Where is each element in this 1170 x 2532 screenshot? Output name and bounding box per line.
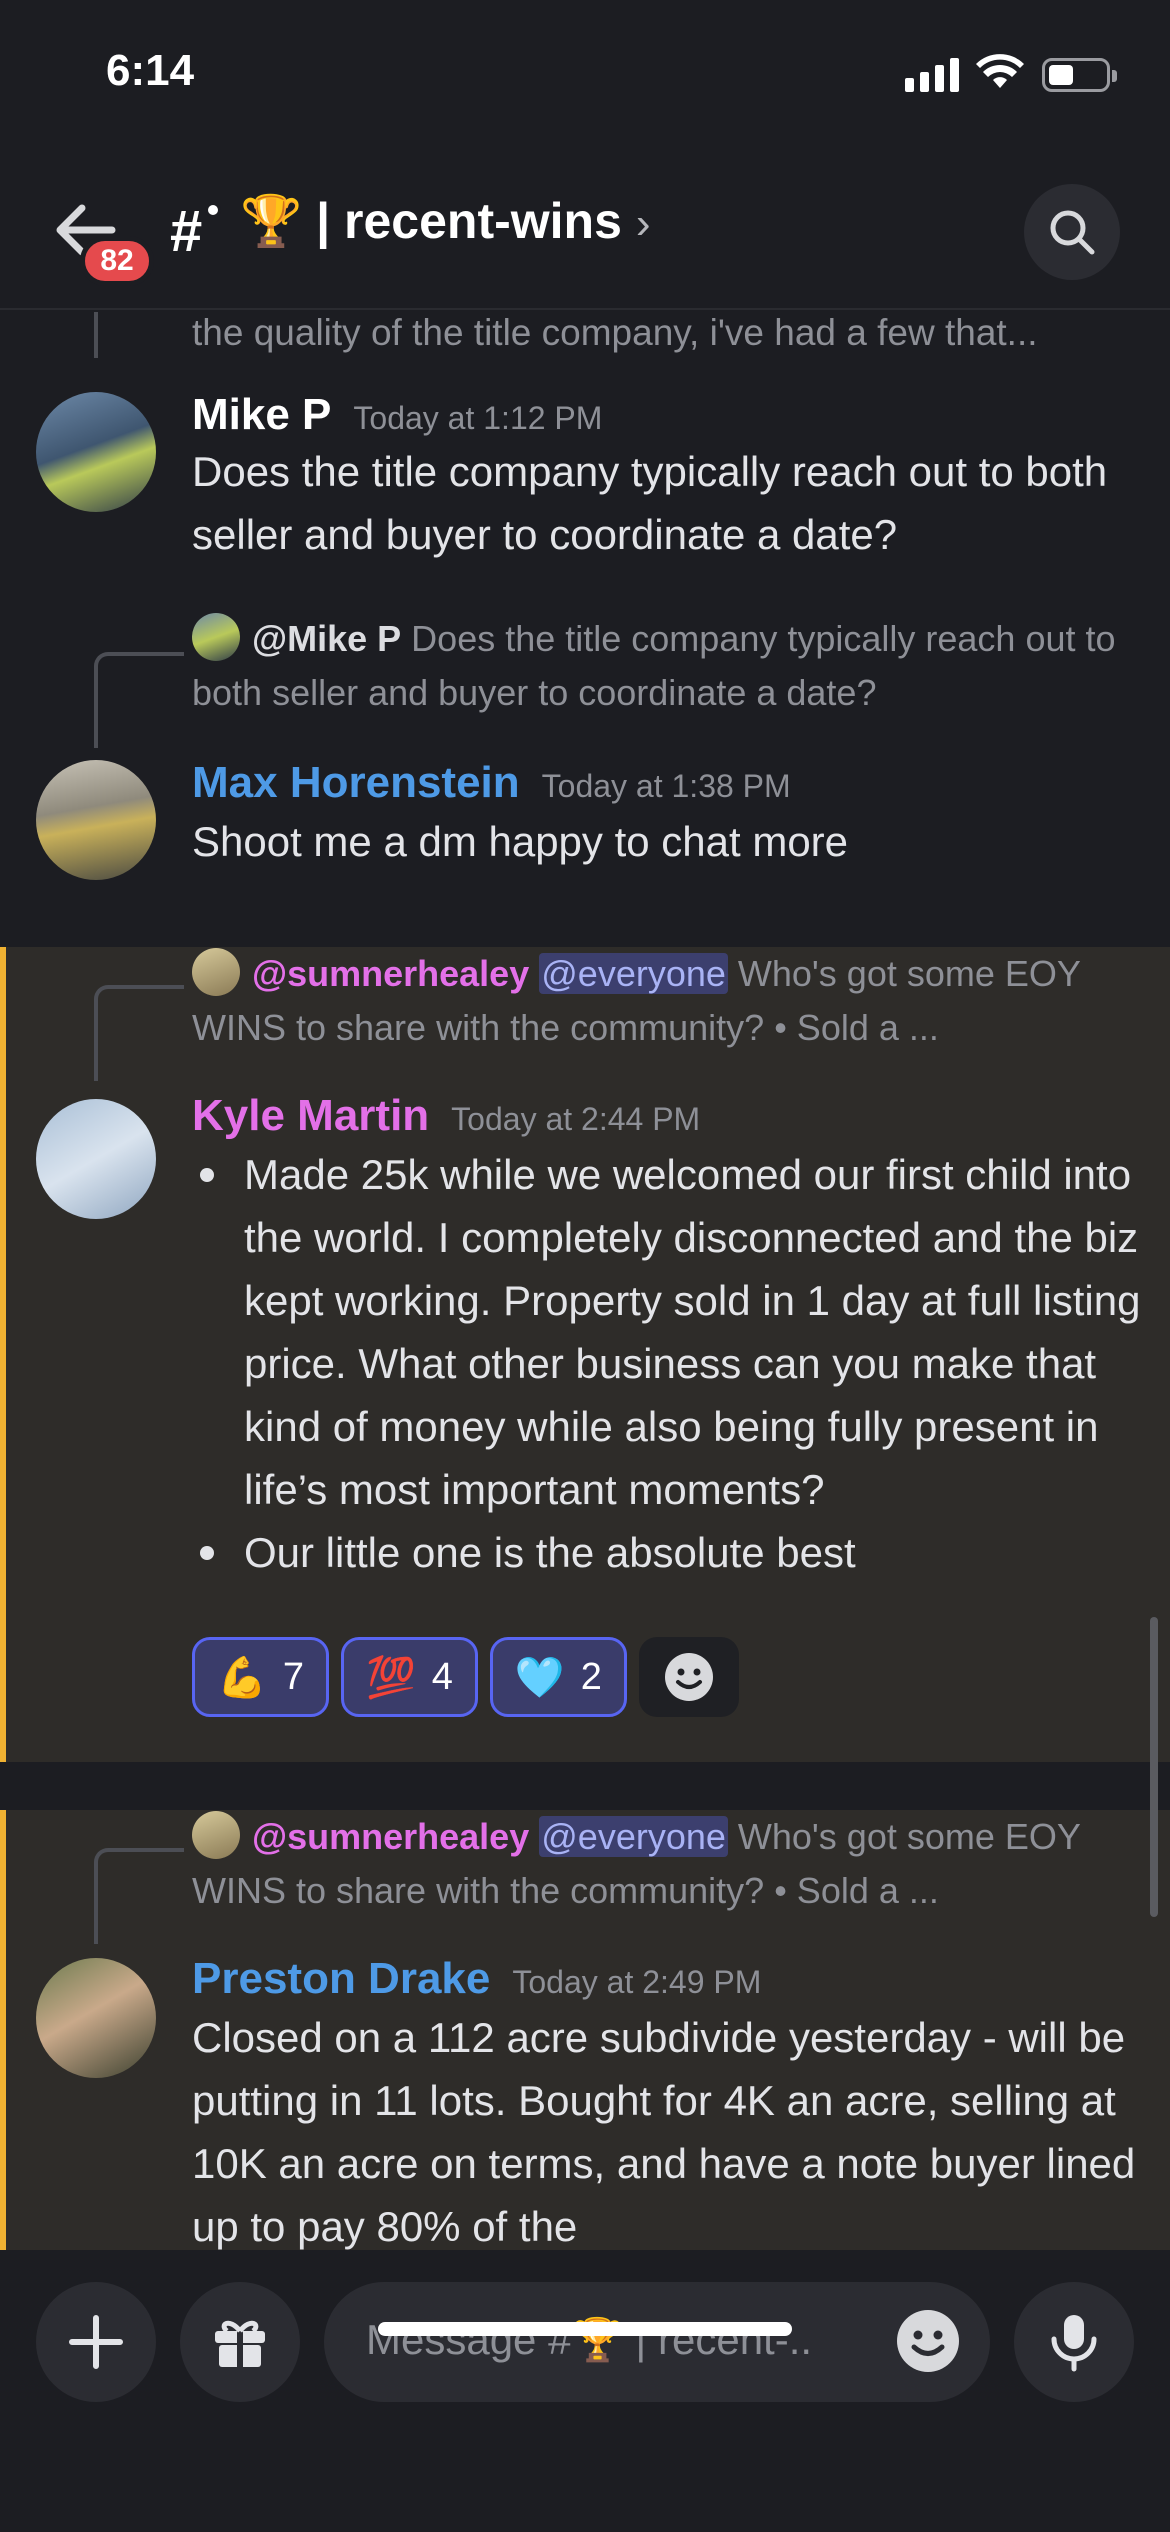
reply-connector xyxy=(94,652,184,748)
search-icon xyxy=(1050,210,1095,255)
status-bar: 6:14 xyxy=(0,0,1170,150)
channel-header: 82 # 🏆 | recent-wins › xyxy=(0,150,1170,310)
message-preston[interactable]: @sumnerhealey @everyone Who's got some E… xyxy=(0,1810,1170,2250)
message-text: Shoot me a dm happy to chat more xyxy=(192,818,849,865)
gift-button[interactable] xyxy=(180,2282,300,2402)
thread-connector xyxy=(94,312,98,358)
message-text: Closed on a 112 acre subdivide yesterday… xyxy=(192,2014,1136,2250)
reaction-hundred[interactable]: 💯 4 xyxy=(340,1637,478,1717)
avatar[interactable] xyxy=(36,1099,156,1219)
cellular-signal-icon xyxy=(905,58,959,92)
message-mike[interactable]: Mike P Today at 1:12 PM Does the title co… xyxy=(0,372,1170,572)
unread-badge: 82 xyxy=(80,236,154,286)
channel-status-dot xyxy=(205,202,221,218)
blue-heart-icon: 🩵 xyxy=(514,1655,565,1700)
reaction-heart[interactable]: 🩵 2 xyxy=(489,1637,627,1717)
add-reaction-button[interactable] xyxy=(638,1637,739,1717)
reaction-count: 4 xyxy=(431,1655,453,1698)
reply-connector xyxy=(94,985,184,1081)
timestamp: Today at 1:12 PM xyxy=(353,400,603,436)
timestamp: Today at 2:44 PM xyxy=(451,1101,701,1137)
avatar[interactable] xyxy=(36,392,156,512)
gift-icon xyxy=(215,2320,265,2367)
microphone-icon xyxy=(1051,2315,1097,2372)
message-list[interactable]: the quality of the title company, i've h… xyxy=(0,312,1170,2250)
reply-author: @Mike P xyxy=(252,618,402,659)
reply-avatar xyxy=(192,613,240,661)
emoji-picker-icon[interactable] xyxy=(894,2307,962,2375)
hundred-points-icon: 💯 xyxy=(365,1655,416,1700)
author-name[interactable]: Preston Drake xyxy=(192,1954,490,2003)
reaction-bar: 💪 7 💯 4 🩵 2 xyxy=(192,1637,739,1717)
message-kyle[interactable]: @sumnerhealey @everyone Who's got some E… xyxy=(0,947,1170,1762)
reply-reference[interactable]: @sumnerhealey @everyone Who's got some E… xyxy=(192,947,1142,1055)
flexed-biceps-icon: 💪 xyxy=(217,1655,267,1700)
timestamp: Today at 2:49 PM xyxy=(512,1964,762,2000)
message-max[interactable]: @Mike P Does the title company typically… xyxy=(0,612,1170,912)
reaction-count: 2 xyxy=(580,1655,602,1698)
reply-reference[interactable]: @sumnerhealey @everyone Who's got some E… xyxy=(192,1810,1142,1918)
reply-author: @sumnerhealey xyxy=(252,953,530,994)
bullet-item: Our little one is the absolute best xyxy=(192,1521,1142,1584)
message-bullets: Made 25k while we welcomed our first chi… xyxy=(192,1143,1142,1584)
message-input[interactable]: Message #🏆 | recent-.. xyxy=(324,2282,990,2402)
everyone-mention[interactable]: @everyone xyxy=(539,953,728,994)
search-button[interactable] xyxy=(1024,184,1120,280)
timestamp: Today at 1:38 PM xyxy=(541,768,791,804)
channel-hash-icon: # xyxy=(170,199,203,264)
channel-title[interactable]: 🏆 | recent-wins › xyxy=(240,192,651,251)
author-name[interactable]: Max Horenstein xyxy=(192,758,520,807)
reply-avatar xyxy=(192,948,240,996)
channel-name: 🏆 | recent-wins xyxy=(240,193,622,249)
reaction-count: 7 xyxy=(282,1655,304,1698)
message-text: Does the title company typically reach o… xyxy=(192,448,1108,558)
everyone-mention[interactable]: @everyone xyxy=(539,1816,728,1857)
avatar[interactable] xyxy=(36,1958,156,2078)
scrollbar[interactable] xyxy=(1150,1617,1158,1917)
home-indicator[interactable] xyxy=(378,2322,792,2336)
avatar[interactable] xyxy=(36,760,156,880)
reply-avatar xyxy=(192,1811,240,1859)
chevron-right-icon: › xyxy=(635,199,651,248)
author-name[interactable]: Kyle Martin xyxy=(192,1091,429,1140)
status-time: 6:14 xyxy=(106,46,195,95)
message-composer: Message #🏆 | recent-.. xyxy=(0,2252,1170,2532)
battery-icon xyxy=(1042,58,1117,92)
smile-icon xyxy=(664,1653,713,1701)
bullet-item: Made 25k while we welcomed our first chi… xyxy=(192,1143,1142,1521)
wifi-icon xyxy=(976,54,1024,88)
voice-message-button[interactable] xyxy=(1014,2282,1134,2402)
attach-button[interactable] xyxy=(36,2282,156,2402)
author-name[interactable]: Mike P xyxy=(192,390,331,439)
reaction-flexed-biceps[interactable]: 💪 7 xyxy=(192,1637,329,1717)
previous-message-snippet: the quality of the title company, i've h… xyxy=(192,312,1038,353)
reply-connector xyxy=(94,1848,184,1944)
reply-reference[interactable]: @Mike P Does the title company typically… xyxy=(192,612,1142,720)
plus-icon xyxy=(69,2315,123,2369)
reply-author: @sumnerhealey xyxy=(252,1816,530,1857)
